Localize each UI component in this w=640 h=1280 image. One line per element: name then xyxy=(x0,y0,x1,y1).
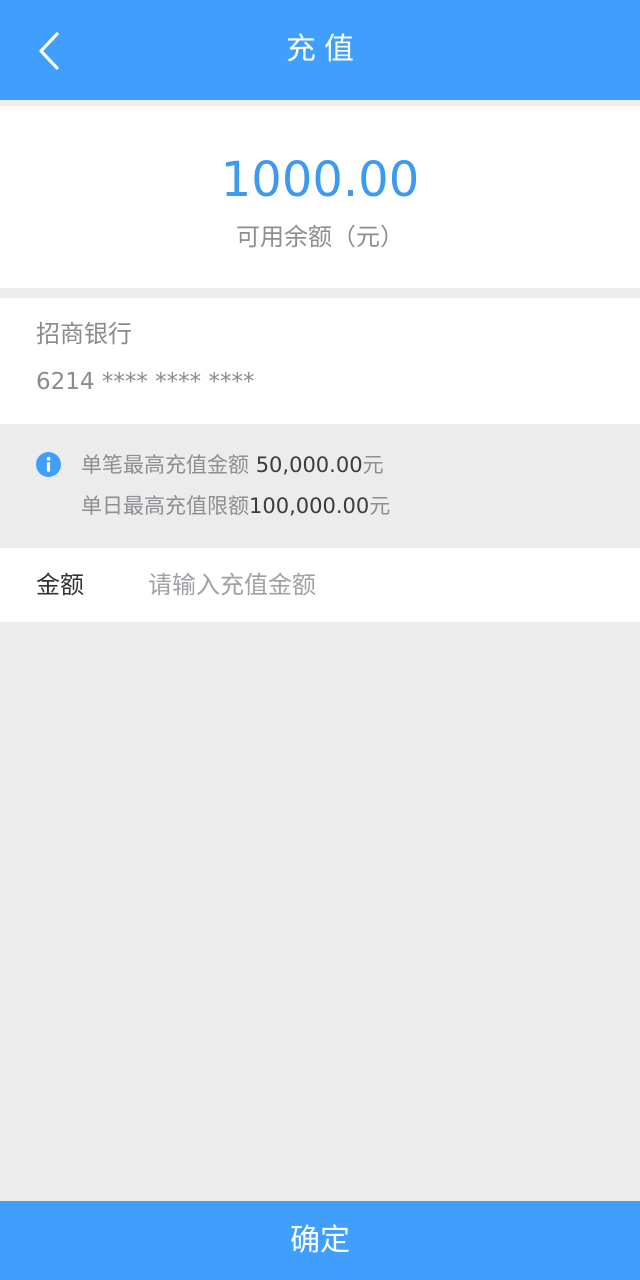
single-limit-label: 单笔最高充值金额 xyxy=(81,453,256,477)
amount-row: 金额 xyxy=(0,548,640,622)
top-nav-bar: 充值 xyxy=(0,0,640,100)
balance-card: 1000.00 可用余额（元） xyxy=(0,106,640,288)
available-balance-amount: 1000.00 xyxy=(220,152,420,208)
single-limit-value: 50,000.00 xyxy=(255,453,363,477)
page-title: 充值 xyxy=(286,32,362,67)
daily-limit-text: 单日最高充值限额100,000.00元 xyxy=(81,491,390,521)
bank-name: 招商银行 xyxy=(36,320,132,348)
confirm-button[interactable]: 确定 xyxy=(0,1201,640,1280)
single-limit-text: 单笔最高充值金额 50,000.00元 xyxy=(81,450,384,480)
amount-input[interactable] xyxy=(148,562,608,608)
available-balance-label: 可用余额（元） xyxy=(236,223,404,251)
daily-limit-unit: 元 xyxy=(369,494,391,518)
bank-card-info[interactable]: 招商银行 6214 **** **** **** xyxy=(0,298,640,424)
bank-card-number: 6214 **** **** **** xyxy=(36,369,255,395)
single-limit-unit: 元 xyxy=(362,453,384,477)
amount-label: 金额 xyxy=(36,571,84,599)
daily-limit-value: 100,000.00 xyxy=(249,494,370,518)
info-icon xyxy=(36,452,61,477)
recharge-limits-notice: 单笔最高充值金额 50,000.00元 单日最高充值限额100,000.00元 xyxy=(0,424,640,548)
daily-limit-label: 单日最高充值限额 xyxy=(81,494,249,518)
